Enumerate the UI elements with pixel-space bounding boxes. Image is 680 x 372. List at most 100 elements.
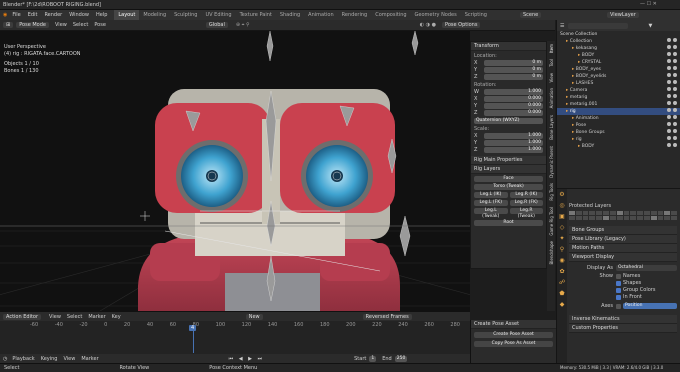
rotation-mode-select[interactable]: Quaternion (WXYZ) [474,118,543,124]
workspace-tab-compositing[interactable]: Compositing [371,10,410,20]
show-checkbox[interactable] [616,280,621,286]
protected-layer-cell[interactable] [650,216,657,220]
sidebar-tab[interactable]: Animation [549,88,554,108]
rotation-value-field[interactable]: 0.000 [484,110,543,116]
sidebar-tab[interactable]: Tool [549,59,554,67]
show-option[interactable]: Group Colors [616,287,655,293]
mode-selector[interactable]: Pose Mode [16,22,49,28]
protected-layer-cell[interactable] [596,211,603,215]
rig-layers-header[interactable]: Rig Layers [471,165,546,174]
tl-marker-menu[interactable]: Marker [81,356,98,362]
protected-layer-cell[interactable] [637,216,643,220]
menu-window[interactable]: Window [69,12,89,18]
viewport-display-header[interactable]: Viewport Display [569,253,677,262]
window-controls[interactable]: — ☐ ✕ [640,1,657,7]
visibility-icons[interactable] [665,122,677,129]
workspace-tab-layout[interactable]: Layout [114,10,140,20]
visibility-icons[interactable] [665,101,677,108]
workspace-tab-animation[interactable]: Animation [304,10,338,20]
protected-layer-cell[interactable] [650,211,657,215]
scale-value-field[interactable]: 1.000 [484,133,543,139]
workspace-tab-shading[interactable]: Shading [276,10,304,20]
protected-layer-cell[interactable] [616,216,623,220]
layer-face-button[interactable]: Face [474,176,543,182]
properties-tab-icons[interactable]: ⚙ ◎ ▣ ◇ ✦ ⚲ ◉ ✿ ☍ ⬟ ◆ [557,189,567,310]
shading-icons[interactable]: ◐ ◑ ● [420,22,436,28]
protected-layer-cell[interactable] [630,216,637,220]
tl-view-menu[interactable]: View [63,356,75,362]
visibility-icons[interactable] [665,52,677,59]
outliner-row[interactable]: ▸ rig [557,136,680,143]
sidebar-tab[interactable]: Game Rig Tool [549,207,554,236]
visibility-icons[interactable] [665,87,677,94]
pose-options-button[interactable]: Pose Options [441,22,481,28]
protected-layer-cell[interactable] [664,211,671,215]
location-value-field[interactable]: 0 m [484,60,543,66]
protected-layer-cell[interactable] [589,211,596,215]
protected-layer-cell[interactable] [623,211,630,215]
layer-root-button[interactable]: Root [474,220,543,226]
protected-layer-cell[interactable] [616,211,623,215]
create-pose-asset-header[interactable]: Create Pose Asset [471,320,556,329]
protected-layer-cell[interactable] [596,216,603,220]
bone-groups-header[interactable]: Bone Groups [569,226,677,235]
outliner-row[interactable]: ▸ Camera [557,87,680,94]
viewlayer-selector[interactable]: ViewLayer [607,12,639,18]
new-action-button[interactable]: New [245,313,263,320]
current-frame-label[interactable]: 4 [189,325,197,331]
layer-leg-r-ik-button[interactable]: Leg.R (IK) [509,192,543,198]
show-checkbox[interactable] [616,294,621,300]
outliner-row[interactable]: ▸ BODY_eyelids [557,73,680,80]
ae-menu-select[interactable]: Select [67,314,82,320]
protected-layer-cell[interactable] [582,216,589,220]
visibility-icons[interactable] [665,115,677,122]
protected-layer-cell[interactable] [657,216,664,220]
orientation-selector[interactable]: Global [205,22,228,28]
visibility-icons[interactable] [665,129,677,136]
outliner-row[interactable]: ▸ Pose [557,122,680,129]
blender-logo-icon[interactable]: ◉ [3,12,7,18]
layer-leg-r-fk-button[interactable]: Leg.R (FK) [509,200,543,206]
outliner-row[interactable]: ▸ kekasang [557,45,680,52]
scale-value-field[interactable]: 1.000 [484,140,543,146]
frame-ruler[interactable]: -60-40-200204060801001201401601802002202… [0,321,470,329]
workspace-tab-rendering[interactable]: Rendering [338,10,372,20]
protected-layer-cell[interactable] [643,211,650,215]
axes-checkbox[interactable] [616,303,621,309]
sidebar-tab[interactable]: Rig Tools [549,183,554,201]
menu-file[interactable]: File [12,12,20,18]
visibility-icons[interactable] [665,108,677,115]
action-editor-mode[interactable]: Action Editor [3,313,42,320]
protected-layer-cell[interactable] [664,216,671,220]
menu-view[interactable]: View [55,22,67,28]
ae-menu-key[interactable]: Key [112,314,121,320]
start-field[interactable]: 1 [369,355,377,362]
outliner-row[interactable]: ▸ Animation [557,115,680,122]
scene-collection-row[interactable]: Scene Collection [557,31,680,38]
protected-layer-cell[interactable] [569,216,575,220]
menu-help[interactable]: Help [96,12,107,18]
show-option[interactable]: Names [616,273,655,279]
workspace-tab-modeling[interactable]: Modeling [139,10,170,20]
outliner-row[interactable]: ▸ BODY_eyes [557,66,680,73]
visibility-icons[interactable] [665,66,677,73]
protected-layer-cell[interactable] [575,211,582,215]
editor-type-icon[interactable]: ⊞ [3,22,14,28]
rotation-value-field[interactable]: 1.000 [484,89,543,95]
visibility-icons[interactable] [665,80,677,87]
transform-header[interactable]: Transform [471,42,546,51]
outliner-row[interactable]: ▸ metarig.001 [557,101,680,108]
display-as-select[interactable]: Octahedral [616,265,677,271]
protected-layer-cell[interactable] [609,216,616,220]
reversed-frames-button[interactable]: Reversed Frames [362,313,412,320]
custom-properties-header[interactable]: Custom Properties [569,324,677,333]
protected-layer-cell[interactable] [637,211,643,215]
protected-layer-cell[interactable] [603,216,609,220]
ae-menu-view[interactable]: View [49,314,61,320]
sidebar-tab[interactable]: Blendshape [549,241,554,264]
workspace-tab-uv[interactable]: UV Editing [201,10,235,20]
outliner-icon[interactable]: ☰ [560,23,564,29]
workspace-tab-sculpting[interactable]: Sculpting [170,10,201,20]
menu-pose[interactable]: Pose [94,22,106,28]
visibility-icons[interactable] [665,45,677,52]
